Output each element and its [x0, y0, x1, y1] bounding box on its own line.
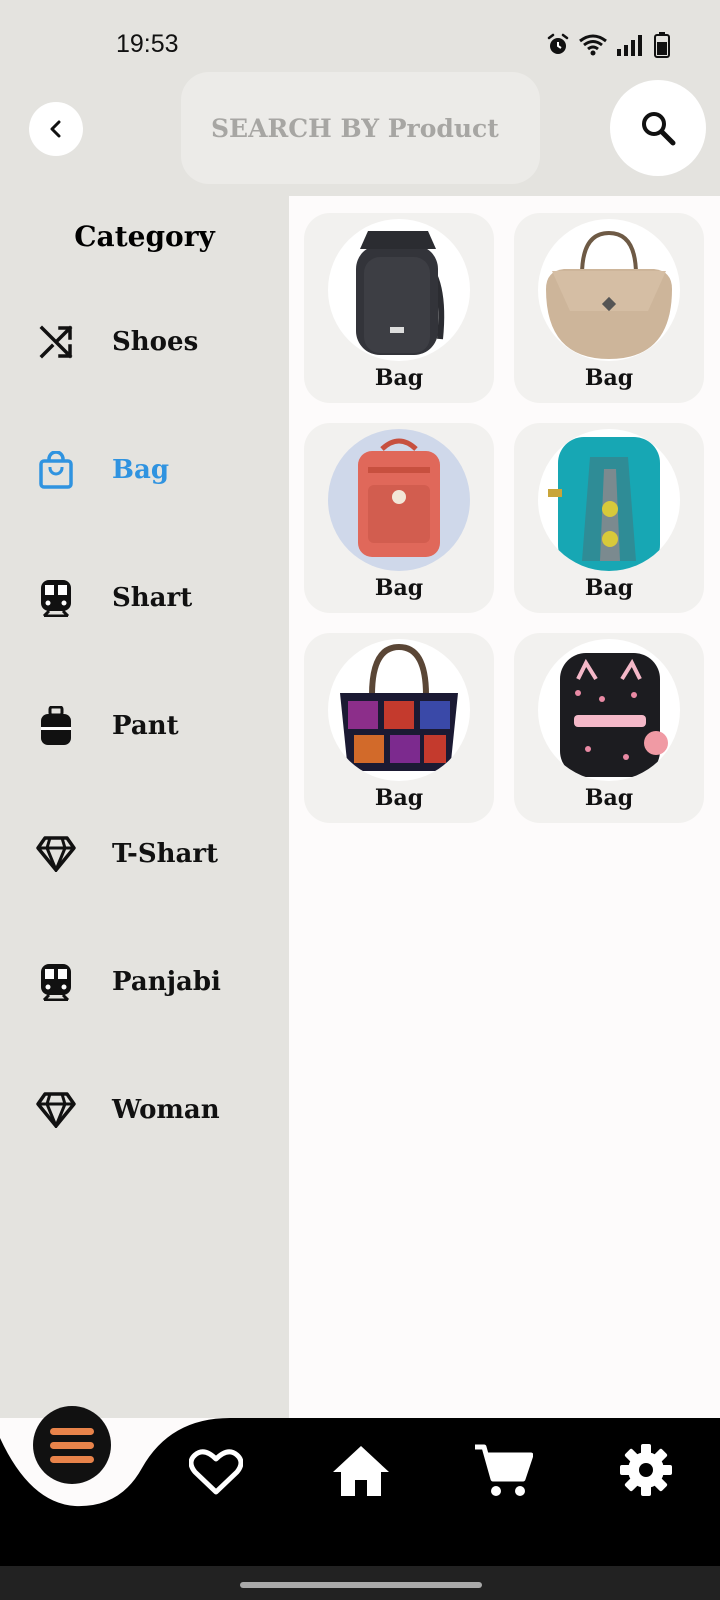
battery-icon	[654, 32, 670, 58]
signal-icon	[617, 35, 642, 56]
product-card[interactable]: Bag	[304, 633, 494, 823]
sidebar-item-label: Woman	[112, 1095, 220, 1125]
search-button[interactable]	[610, 80, 706, 176]
home-button[interactable]	[328, 1438, 394, 1504]
train-icon	[36, 578, 76, 618]
product-name: Bag	[374, 365, 424, 391]
sidebar-item-label: Shart	[112, 583, 193, 613]
sidebar-item-woman[interactable]: Woman	[0, 1070, 289, 1150]
search-input[interactable]	[209, 112, 513, 144]
shuffle-icon	[36, 322, 76, 362]
product-image-black-backpack	[328, 219, 470, 361]
menu-icon	[50, 1427, 94, 1435]
sidebar-item-label: Panjabi	[112, 967, 221, 997]
product-image-teal-backpack	[538, 429, 680, 571]
wifi-icon	[579, 34, 607, 56]
product-name: Bag	[584, 365, 634, 391]
product-card[interactable]: Bag	[304, 423, 494, 613]
product-image-embroidered-tote	[328, 639, 470, 781]
sidebar-item-label: T-Shart	[112, 839, 219, 869]
heart-icon	[189, 1449, 243, 1495]
product-name: Bag	[374, 785, 424, 811]
product-image-coral-backpack	[328, 429, 470, 571]
product-image-black-kids-backpack	[538, 639, 680, 781]
sidebar-item-label: Shoes	[112, 327, 199, 357]
chevron-left-icon	[50, 120, 61, 138]
diamond-icon	[36, 834, 76, 874]
sidebar-item-panjabi[interactable]: Panjabi	[0, 942, 289, 1022]
menu-button[interactable]	[33, 1406, 111, 1484]
product-card[interactable]: Bag	[514, 633, 704, 823]
sidebar-item-shart[interactable]: Shart	[0, 558, 289, 638]
product-card[interactable]: Bag	[514, 423, 704, 613]
luggage-icon	[36, 706, 76, 746]
sidebar-item-pant[interactable]: Pant	[0, 686, 289, 766]
home-icon	[333, 1446, 389, 1496]
settings-button[interactable]	[614, 1438, 678, 1502]
sidebar-item-label: Bag	[112, 455, 170, 485]
category-title: Category	[74, 220, 215, 253]
gear-icon	[620, 1444, 672, 1496]
status-time: 19:53	[116, 30, 179, 58]
wishlist-button[interactable]	[184, 1440, 248, 1504]
home-gesture-handle[interactable]	[240, 1582, 482, 1588]
product-name: Bag	[584, 575, 634, 601]
cart-icon	[475, 1444, 533, 1496]
product-card[interactable]: Bag	[304, 213, 494, 403]
sidebar-item-shoes[interactable]: Shoes	[0, 302, 289, 382]
status-icons	[546, 30, 670, 60]
product-name: Bag	[584, 785, 634, 811]
cart-button[interactable]	[470, 1438, 536, 1504]
alarm-icon	[547, 33, 569, 54]
search-icon	[642, 112, 676, 146]
train-icon	[36, 962, 76, 1002]
shopping-bag-icon	[36, 450, 76, 490]
product-name: Bag	[374, 575, 424, 601]
diamond-icon	[36, 1090, 76, 1130]
product-image-beige-handbag	[538, 219, 680, 361]
sidebar-item-bag[interactable]: Bag	[0, 430, 289, 510]
search-box[interactable]	[181, 72, 540, 184]
back-button[interactable]	[29, 102, 83, 156]
sidebar-item-t-shart[interactable]: T-Shart	[0, 814, 289, 894]
sidebar-item-label: Pant	[112, 711, 179, 741]
product-card[interactable]: Bag	[514, 213, 704, 403]
